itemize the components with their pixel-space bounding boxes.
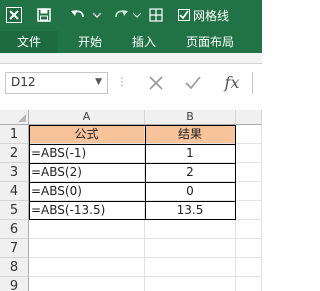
name-box-value: D12: [11, 75, 36, 89]
cell-b5[interactable]: 13.5: [145, 201, 236, 220]
row-header[interactable]: 3: [0, 163, 29, 182]
column-header-b[interactable]: B: [145, 110, 236, 125]
worksheet-grid: A B 1 2 3 4 5 6 7 8 9 公式 结果 =ABS(-1) 1 =…: [0, 104, 262, 291]
save-icon[interactable]: [34, 5, 54, 25]
formula-bar: D12 ▼ ⋮ fx: [0, 64, 262, 104]
row-header[interactable]: 9: [0, 277, 29, 291]
row-header[interactable]: 8: [0, 258, 29, 277]
enter-check-icon[interactable]: [182, 72, 204, 94]
row-header[interactable]: 1: [0, 125, 29, 144]
row-header[interactable]: 2: [0, 144, 29, 163]
ribbon-body: [0, 53, 262, 64]
cell[interactable]: [236, 144, 262, 163]
row-header[interactable]: 6: [0, 220, 29, 239]
table-border: [29, 201, 236, 202]
select-all-corner[interactable]: [0, 110, 29, 125]
cell[interactable]: [236, 277, 262, 291]
cell[interactable]: [236, 125, 262, 144]
cell[interactable]: [29, 258, 145, 277]
ribbon-tabs: 文件 开始 插入 页面布局: [0, 31, 262, 53]
tab-insert[interactable]: 插入: [124, 31, 164, 53]
checkbox-checked-icon[interactable]: [178, 9, 190, 21]
tab-home[interactable]: 开始: [65, 31, 115, 53]
gridlines-toggle[interactable]: 网格线: [178, 5, 262, 25]
formula-input[interactable]: [252, 72, 262, 94]
cell[interactable]: [236, 258, 262, 277]
cell[interactable]: [236, 163, 262, 182]
table-border: [29, 163, 236, 164]
cell[interactable]: [29, 220, 145, 239]
quick-access-toolbar: 网格线: [0, 0, 262, 31]
row-header[interactable]: 7: [0, 239, 29, 258]
cell[interactable]: [236, 239, 262, 258]
cell[interactable]: [145, 239, 236, 258]
gridlines-label: 网格线: [193, 8, 230, 23]
table-border: [145, 125, 146, 220]
tab-page-layout[interactable]: 页面布局: [170, 31, 250, 53]
redo-icon[interactable]: [110, 5, 132, 25]
cell-a5[interactable]: =ABS(-13.5): [29, 201, 145, 220]
cell-b3[interactable]: 2: [145, 163, 236, 182]
tab-file[interactable]: 文件: [0, 31, 58, 53]
column-header-a[interactable]: A: [29, 110, 145, 125]
row-header[interactable]: 5: [0, 201, 29, 220]
cell-b2[interactable]: 1: [145, 144, 236, 163]
cancel-icon[interactable]: [145, 72, 167, 94]
row-header[interactable]: 4: [0, 182, 29, 201]
cell[interactable]: [236, 220, 262, 239]
cell-a4[interactable]: =ABS(0): [29, 182, 145, 201]
excel-logo-icon: [3, 5, 25, 25]
cell-b1[interactable]: 结果: [145, 125, 236, 144]
cell[interactable]: [145, 258, 236, 277]
redo-dropdown-icon[interactable]: [132, 5, 142, 25]
table-grid-icon[interactable]: [146, 5, 166, 25]
cell-a2[interactable]: =ABS(-1): [29, 144, 145, 163]
chevron-down-icon[interactable]: ▼: [95, 77, 102, 87]
cell[interactable]: [145, 277, 236, 291]
resize-handle-icon[interactable]: ⋮: [117, 76, 127, 90]
cell-a3[interactable]: =ABS(2): [29, 163, 145, 182]
cell[interactable]: [236, 201, 262, 220]
undo-icon[interactable]: [67, 5, 89, 25]
cell[interactable]: [29, 277, 145, 291]
undo-dropdown-icon[interactable]: [92, 5, 102, 25]
cell-a1[interactable]: 公式: [29, 125, 145, 144]
cell[interactable]: [145, 220, 236, 239]
cell-b4[interactable]: 0: [145, 182, 236, 201]
name-box[interactable]: D12 ▼: [5, 72, 108, 94]
cell[interactable]: [29, 239, 145, 258]
insert-function-icon[interactable]: fx: [218, 72, 246, 94]
cell[interactable]: [236, 182, 262, 201]
table-border: [29, 182, 236, 183]
column-header-c[interactable]: [236, 110, 262, 125]
table-border: [29, 144, 236, 145]
